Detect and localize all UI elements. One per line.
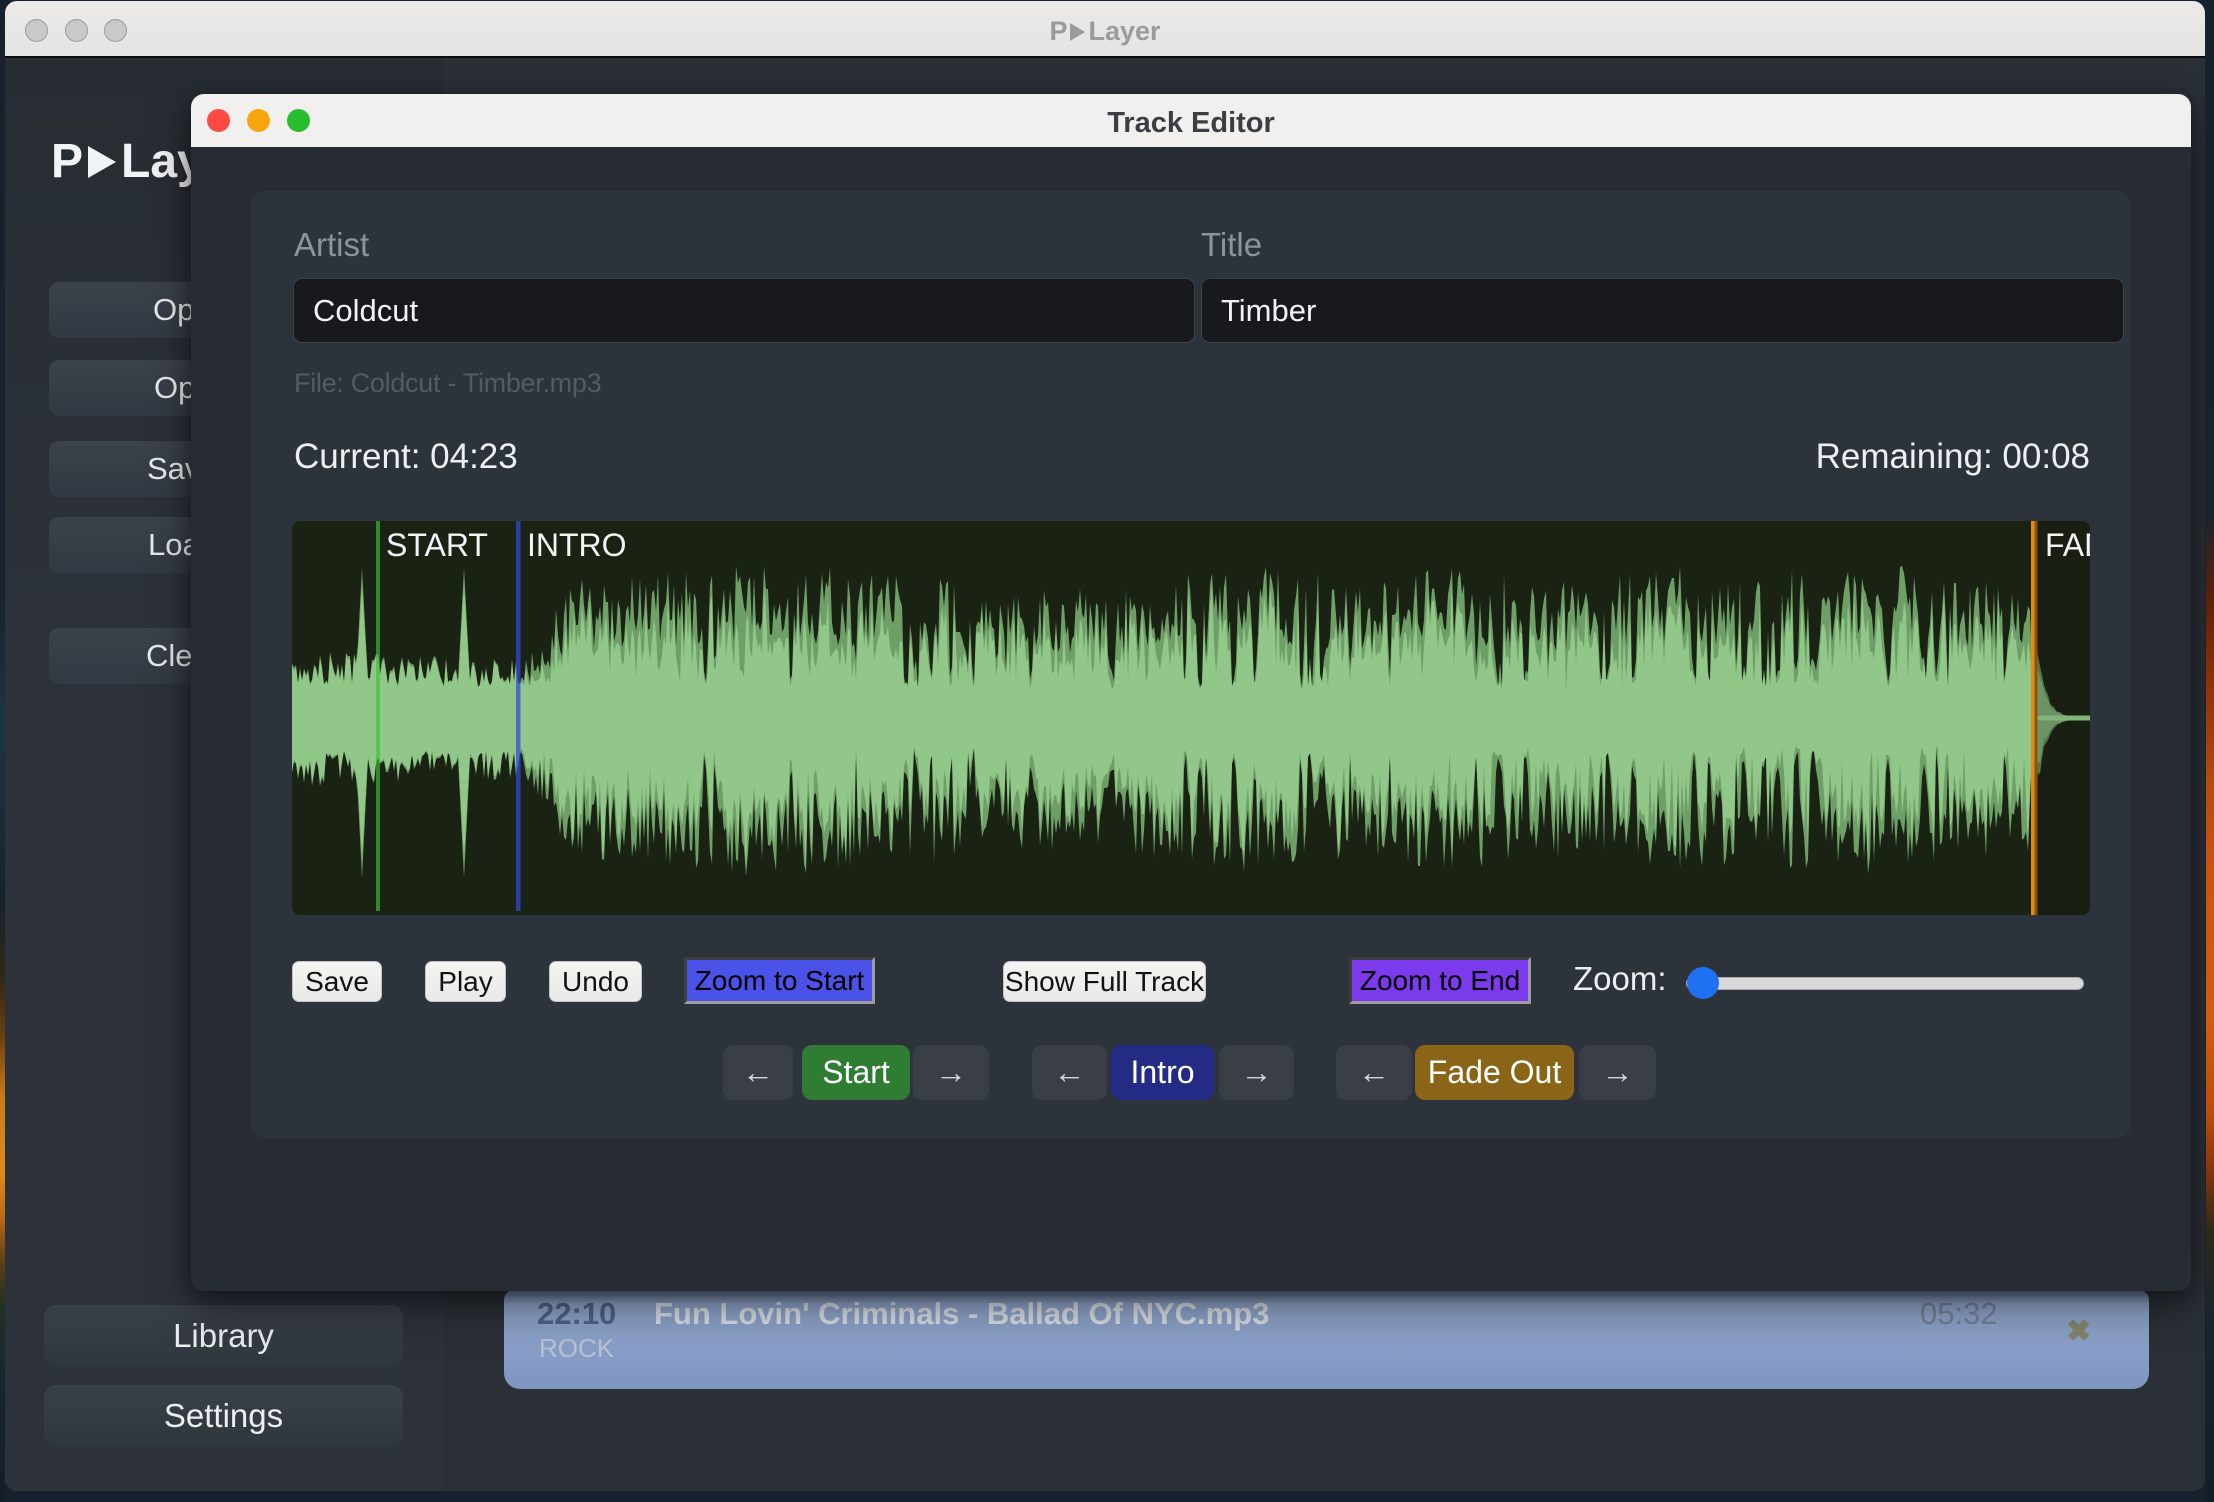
svg-text:INTRO: INTRO xyxy=(527,527,627,563)
svg-text:FADE OUT: FADE OUT xyxy=(2045,527,2090,563)
svg-text:START: START xyxy=(386,527,488,563)
